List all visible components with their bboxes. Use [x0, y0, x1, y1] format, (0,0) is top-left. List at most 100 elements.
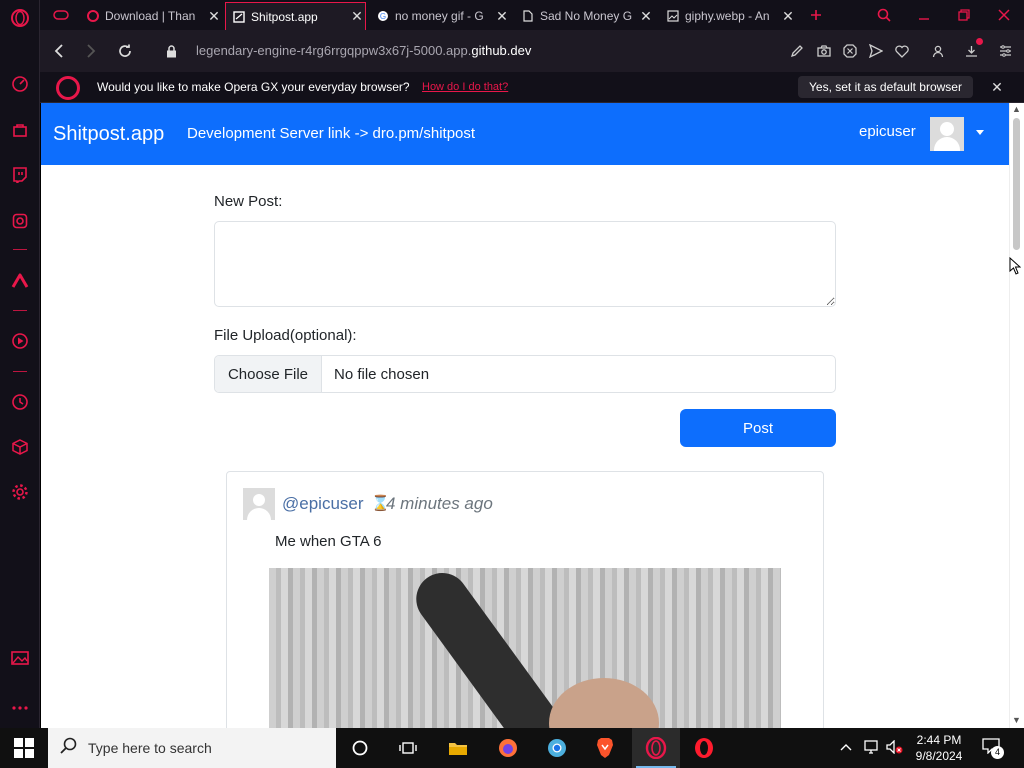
minimize-icon[interactable] — [911, 4, 937, 26]
tab-title: giphy.webp - An — [685, 9, 770, 23]
taskbar-search[interactable]: Type here to search — [48, 728, 336, 768]
close-tab-icon[interactable]: ✕ — [349, 8, 365, 25]
back-icon[interactable] — [48, 40, 70, 62]
google-icon: G — [376, 9, 390, 23]
search-tabs-icon[interactable] — [871, 4, 897, 26]
new-tab-plus-icon[interactable] — [803, 4, 829, 26]
chrome-icon[interactable] — [545, 736, 569, 760]
notification-center-icon[interactable]: 4 — [982, 738, 1004, 759]
new-post-label: New Post: — [214, 193, 283, 210]
url-field[interactable]: legendary-engine-r4rg6rrgqppw3x67j-5000.… — [196, 43, 531, 58]
tab-title: Sad No Money G — [540, 9, 633, 23]
cortana-icon[interactable] — [348, 736, 372, 760]
aria-icon[interactable] — [10, 271, 30, 291]
scroll-thumb[interactable] — [1013, 118, 1020, 250]
shopping-bag-icon[interactable] — [10, 120, 30, 140]
lock-icon[interactable] — [160, 40, 182, 62]
avatar[interactable] — [930, 117, 964, 151]
scroll-up-icon[interactable]: ▲ — [1012, 104, 1021, 114]
twitch-icon[interactable] — [10, 165, 30, 185]
reload-icon[interactable] — [114, 40, 136, 62]
post-button[interactable]: Post — [680, 409, 836, 447]
task-view-icon[interactable] — [396, 736, 420, 760]
adblock-icon[interactable] — [840, 41, 860, 61]
network-icon[interactable] — [862, 740, 880, 757]
avatar[interactable] — [243, 488, 275, 520]
search-icon — [60, 737, 77, 759]
close-infobar-icon[interactable]: ✕ — [990, 79, 1004, 95]
restore-icon[interactable] — [951, 4, 977, 26]
forward-icon[interactable] — [80, 40, 102, 62]
hand-shape — [549, 678, 659, 728]
username[interactable]: epicuser — [859, 123, 916, 140]
close-window-icon[interactable] — [991, 4, 1017, 26]
brave-icon[interactable] — [593, 736, 617, 760]
tab-title: Shitpost.app — [251, 9, 318, 24]
file-upload-input[interactable]: Choose File No file chosen — [214, 355, 836, 393]
default-browser-bar: Would you like to make Opera GX your eve… — [40, 72, 1024, 103]
opera-icon — [86, 9, 100, 23]
close-tab-icon[interactable]: ✕ — [494, 8, 510, 25]
chevron-down-icon[interactable] — [976, 130, 984, 135]
browser-sidebar — [0, 0, 40, 728]
close-tab-icon[interactable]: ✕ — [638, 8, 654, 25]
opera-logo-icon[interactable] — [10, 8, 30, 28]
search-placeholder: Type here to search — [88, 740, 212, 756]
close-tab-icon[interactable]: ✕ — [780, 8, 796, 25]
tab-download[interactable]: Download | Than ✕ — [80, 2, 222, 30]
site-navbar: Shitpost.app Development Server link -> … — [41, 103, 1009, 165]
url-domain: github.dev — [471, 43, 532, 58]
svg-text:G: G — [380, 12, 386, 21]
web-page: Shitpost.app Development Server link -> … — [41, 103, 1009, 728]
post-time: 4 minutes ago — [386, 494, 493, 513]
firefox-icon[interactable] — [496, 736, 520, 760]
scroll-down-icon[interactable]: ▼ — [1012, 715, 1021, 725]
site-brand[interactable]: Shitpost.app — [53, 123, 164, 146]
history-icon[interactable] — [10, 392, 30, 412]
opera-taskbar-icon[interactable] — [692, 736, 716, 760]
player-icon[interactable] — [10, 331, 30, 351]
clock-time: 2:44 PM — [916, 733, 962, 747]
windows-start-icon[interactable] — [14, 738, 34, 758]
tab-shitpost[interactable]: Shitpost.app ✕ — [225, 2, 366, 30]
gamepad-icon[interactable] — [48, 4, 74, 26]
tab-no-money-gif[interactable]: G no money gif - G ✕ — [370, 2, 510, 30]
gx-control-icon[interactable] — [10, 74, 30, 94]
sidebar-divider — [13, 371, 27, 372]
image-icon — [666, 9, 680, 23]
opera-gx-taskbar-icon[interactable] — [644, 736, 668, 760]
tab-sad-no-money[interactable]: Sad No Money G ✕ — [515, 2, 654, 30]
taskbar-clock[interactable]: 2:44 PM 9/8/2024 — [910, 732, 968, 764]
settings-gear-icon[interactable] — [10, 482, 30, 502]
dev-server-link[interactable]: Development Server link -> dro.pm/shitpo… — [187, 125, 475, 142]
more-dots-icon[interactable] — [10, 698, 30, 718]
windows-taskbar: Type here to search 2:44 PM 9/8/2024 4 — [0, 728, 1024, 768]
instagram-icon[interactable] — [10, 211, 30, 231]
new-post-textarea[interactable] — [214, 221, 836, 307]
set-default-button[interactable]: Yes, set it as default browser — [798, 76, 973, 98]
account-icon[interactable] — [928, 41, 948, 61]
tab-title: no money gif - G — [395, 9, 484, 23]
wallpaper-icon[interactable] — [10, 648, 30, 668]
document-icon — [521, 9, 535, 23]
camera-icon[interactable] — [814, 41, 834, 61]
file-status: No file chosen — [334, 365, 430, 383]
easy-setup-icon[interactable] — [995, 41, 1015, 61]
close-tab-icon[interactable]: ✕ — [206, 8, 222, 25]
extensions-cube-icon[interactable] — [10, 437, 30, 457]
post-author-link[interactable]: @epicuser — [282, 494, 364, 514]
heart-icon[interactable] — [892, 41, 912, 61]
tab-giphy[interactable]: giphy.webp - An ✕ — [660, 2, 796, 30]
post-image — [269, 568, 781, 728]
avatar-head — [253, 494, 265, 506]
chevron-up-icon[interactable] — [840, 740, 852, 754]
file-explorer-icon[interactable] — [446, 736, 470, 760]
how-do-i-link[interactable]: How do I do that? — [422, 81, 508, 93]
volume-muted-icon[interactable] — [886, 739, 904, 757]
send-icon[interactable] — [866, 41, 886, 61]
choose-file-button[interactable]: Choose File — [215, 356, 322, 392]
edit-icon[interactable] — [787, 41, 807, 61]
opera-gx-logo-icon — [56, 76, 80, 100]
sidebar-divider — [13, 310, 27, 311]
default-browser-message: Would you like to make Opera GX your eve… — [97, 80, 410, 94]
